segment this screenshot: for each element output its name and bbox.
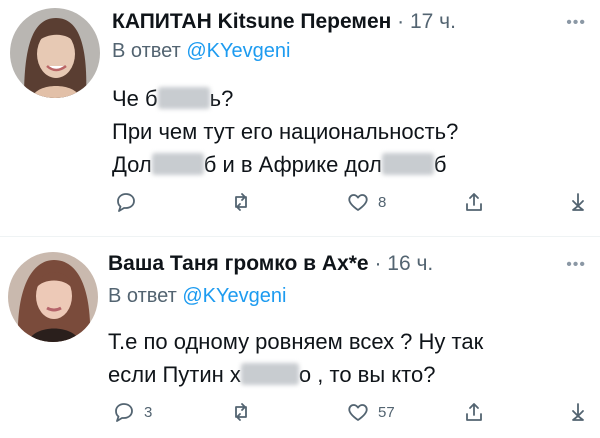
share-icon	[466, 193, 482, 211]
download-icon	[572, 403, 584, 421]
text-segment: если Путин х	[108, 362, 241, 387]
text-line: Т.е по одному ровняем всех ? Ну так	[108, 325, 483, 358]
timestamp[interactable]: · 17 ч.	[397, 10, 456, 33]
reply-count: 3	[144, 403, 153, 421]
reply-prefix: В ответ	[108, 285, 177, 307]
text-segment: б и в Африке дол	[203, 152, 382, 177]
share-button[interactable]	[462, 400, 486, 424]
avatar[interactable]	[10, 8, 100, 98]
more-icon[interactable]: •••	[566, 256, 586, 274]
text-segment: о , то вы кто?	[298, 362, 436, 387]
mention-link[interactable]: @KYevgeni	[182, 285, 286, 307]
censored-blur	[157, 87, 210, 109]
censored-blur	[381, 153, 434, 175]
text-line: Че б ь?	[112, 82, 458, 115]
text-segment: б	[433, 152, 447, 177]
text-segment: При чем тут его национальность?	[112, 119, 459, 144]
retweet-icon	[235, 403, 247, 421]
retweet-button[interactable]	[229, 400, 261, 424]
text-segment: Т.е по одному ровняем всех ? Ну так	[108, 329, 484, 354]
more-icon[interactable]: •••	[566, 14, 586, 32]
reply-button[interactable]: 3	[112, 400, 152, 424]
censored-blur	[240, 363, 299, 385]
reply-icon	[117, 193, 135, 212]
like-button[interactable]: 8	[346, 190, 386, 214]
reply-context: В ответ @KYevgeni	[112, 40, 290, 63]
timestamp[interactable]: · 16 ч.	[374, 252, 433, 275]
author-name[interactable]: Ваша Таня громко в Ах*е	[108, 252, 369, 275]
tweet-text: Че б ь? При чем тут его национальность? Д…	[112, 82, 458, 181]
text-line: если Путин х о , то вы кто?	[108, 358, 483, 391]
like-icon	[348, 404, 368, 421]
text-line: Дол б и в Африке дол б	[112, 148, 458, 181]
censored-blur	[151, 153, 204, 175]
download-icon	[572, 193, 584, 211]
share-icon	[466, 403, 482, 421]
tweet-1[interactable]: КАПИТАН Kitsune Перемен · 17 ч. ••• В от…	[0, 0, 600, 236]
text-segment: ь?	[209, 86, 234, 111]
like-button[interactable]: 57	[346, 400, 395, 424]
reply-prefix: В ответ	[112, 40, 181, 62]
retweet-button[interactable]	[229, 190, 261, 214]
like-count: 57	[378, 403, 395, 421]
text-segment: Дол	[112, 152, 152, 177]
tweet-header: КАПИТАН Kitsune Перемен · 17 ч.	[112, 8, 456, 36]
action-bar: 3 57	[0, 400, 600, 430]
avatar[interactable]	[8, 252, 98, 342]
reply-icon	[115, 403, 133, 422]
download-button[interactable]	[566, 190, 590, 214]
download-button[interactable]	[566, 400, 590, 424]
text-segment: Че б	[112, 86, 158, 111]
text-line: При чем тут его национальность?	[112, 115, 458, 148]
retweet-icon	[235, 193, 247, 211]
like-count: 8	[378, 193, 387, 211]
reply-context: В ответ @KYevgeni	[108, 285, 286, 308]
reply-button[interactable]	[114, 190, 146, 214]
tweet-text: Т.е по одному ровняем всех ? Ну так если…	[108, 325, 483, 391]
like-icon	[348, 194, 368, 211]
author-name[interactable]: КАПИТАН Kitsune Перемен	[112, 10, 391, 33]
tweet-header: Ваша Таня громко в Ах*е · 16 ч.	[108, 250, 433, 278]
share-button[interactable]	[462, 190, 486, 214]
tweet-2[interactable]: Ваша Таня громко в Ах*е · 16 ч. ••• В от…	[0, 236, 600, 438]
mention-link[interactable]: @KYevgeni	[186, 40, 290, 62]
action-bar: 8	[0, 190, 600, 220]
